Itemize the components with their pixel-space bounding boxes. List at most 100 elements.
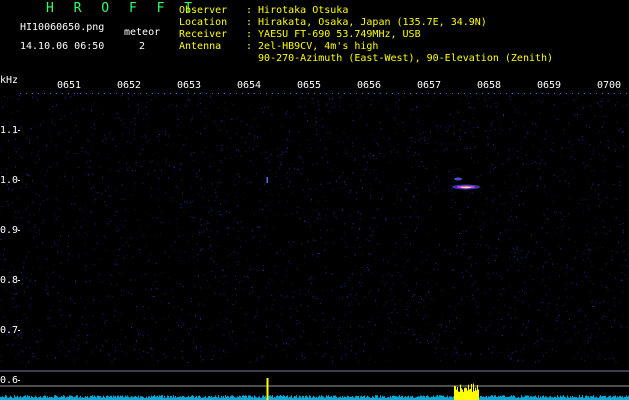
noise-speck: [249, 147, 250, 149]
noise-speck: [403, 229, 405, 231]
noise-speck: [601, 106, 602, 108]
noise-speck: [433, 338, 435, 340]
noise-speck: [370, 290, 372, 291]
noise-speck: [547, 307, 549, 309]
noise-speck: [430, 103, 432, 105]
baseline-spike-2: [461, 388, 462, 400]
baseline-level: [360, 396, 361, 400]
noise-speck: [409, 216, 411, 218]
noise-speck: [181, 163, 183, 165]
noise-speck: [349, 155, 351, 157]
baseline-level: [154, 395, 155, 400]
noise-speck: [6, 201, 8, 203]
file-name: HI10060650.png: [20, 22, 105, 33]
noise-speck: [348, 304, 350, 306]
noise-speck: [59, 350, 61, 352]
noise-speck: [116, 284, 118, 286]
noise-speck: [435, 348, 437, 349]
noise-speck: [495, 106, 497, 108]
noise-speck: [522, 302, 524, 304]
info-value-location: : Hirakata, Osaka, Japan (135.7E, 34.9N): [246, 17, 487, 28]
noise-speck: [201, 232, 203, 233]
noise-speck: [102, 313, 104, 314]
noise-speck: [388, 186, 390, 188]
baseline-level: [318, 396, 319, 400]
noise-speck: [552, 172, 554, 174]
noise-speck: [465, 270, 467, 272]
noise-speck: [190, 152, 192, 154]
noise-speck: [119, 248, 121, 250]
noise-speck: [613, 297, 615, 299]
noise-speck: [348, 137, 350, 139]
noise-speck: [606, 197, 608, 199]
noise-speck: [508, 219, 510, 221]
noise-speck: [205, 108, 207, 110]
noise-speck: [58, 240, 60, 241]
noise-speck: [568, 227, 570, 229]
baseline-level: [485, 396, 486, 400]
top-dot: [278, 93, 279, 94]
noise-speck: [43, 121, 44, 123]
top-dot: [548, 93, 549, 94]
noise-speck: [50, 167, 52, 169]
noise-speck: [480, 192, 481, 194]
noise-speck: [0, 354, 2, 356]
baseline-level: [570, 396, 571, 400]
noise-speck: [81, 316, 83, 318]
noise-speck: [239, 176, 241, 178]
noise-speck: [524, 292, 526, 294]
noise-speck: [226, 318, 228, 320]
noise-speck: [27, 173, 28, 175]
noise-speck: [538, 156, 540, 158]
noise-speck: [211, 270, 213, 272]
noise-speck: [239, 281, 240, 283]
noise-speck: [550, 295, 551, 297]
noise-speck: [29, 279, 31, 281]
noise-speck: [324, 148, 326, 150]
noise-speck: [54, 357, 56, 359]
noise-speck: [2, 106, 4, 108]
noise-speck: [363, 350, 364, 352]
baseline-level: [491, 395, 492, 400]
noise-speck: [435, 141, 436, 143]
noise-speck: [528, 320, 529, 322]
noise-speck: [204, 190, 206, 192]
baseline-level: [173, 395, 174, 400]
noise-speck: [327, 208, 329, 210]
noise-speck: [23, 314, 25, 315]
top-dot: [236, 93, 237, 94]
noise-speck: [120, 328, 122, 330]
noise-speck: [619, 323, 621, 325]
noise-speck: [407, 248, 409, 250]
noise-speck: [304, 357, 306, 359]
noise-speck: [301, 354, 303, 356]
noise-speck: [542, 302, 544, 304]
top-dot: [302, 93, 303, 94]
noise-speck: [539, 112, 541, 114]
noise-speck: [261, 108, 262, 110]
noise-speck: [164, 357, 166, 359]
noise-speck: [586, 230, 588, 232]
baseline-level: [494, 395, 495, 400]
noise-speck: [436, 283, 438, 284]
noise-speck: [407, 314, 409, 316]
noise-speck: [191, 119, 193, 121]
noise-speck: [137, 330, 139, 332]
noise-speck: [574, 158, 576, 160]
noise-speck: [373, 155, 375, 156]
noise-speck: [549, 253, 551, 254]
noise-speck: [571, 341, 573, 343]
noise-speck: [320, 217, 322, 219]
noise-speck: [46, 170, 48, 172]
noise-speck: [305, 198, 307, 200]
noise-speck: [123, 155, 125, 157]
noise-speck: [361, 267, 363, 269]
noise-speck: [552, 142, 554, 144]
noise-speck: [27, 206, 29, 208]
noise-speck: [501, 203, 503, 205]
noise-speck: [487, 144, 489, 146]
noise-speck: [259, 226, 261, 228]
baseline-level: [127, 395, 128, 400]
baseline-level: [590, 396, 591, 400]
noise-speck: [252, 291, 254, 293]
